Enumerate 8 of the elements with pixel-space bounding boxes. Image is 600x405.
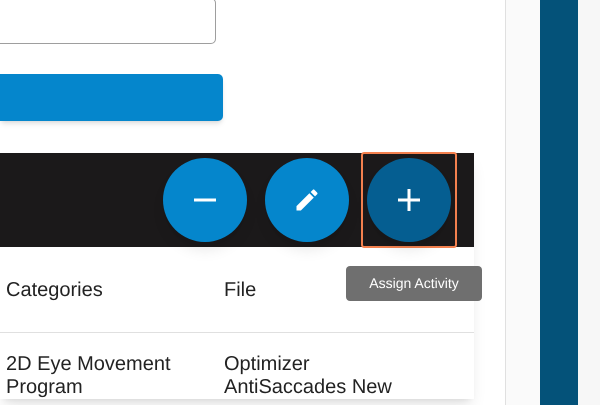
text-area[interactable] (0, 0, 216, 44)
column-header: Categories (5, 278, 104, 302)
plus-icon (398, 189, 420, 211)
table-cell-text: 2D Eye Movement Program (6, 353, 172, 399)
tooltip: Assign Activity (346, 266, 482, 301)
table-cell-text: Optimizer AntiSaccades New (224, 353, 393, 399)
minus-icon (194, 198, 216, 202)
column-header: File (223, 278, 256, 302)
